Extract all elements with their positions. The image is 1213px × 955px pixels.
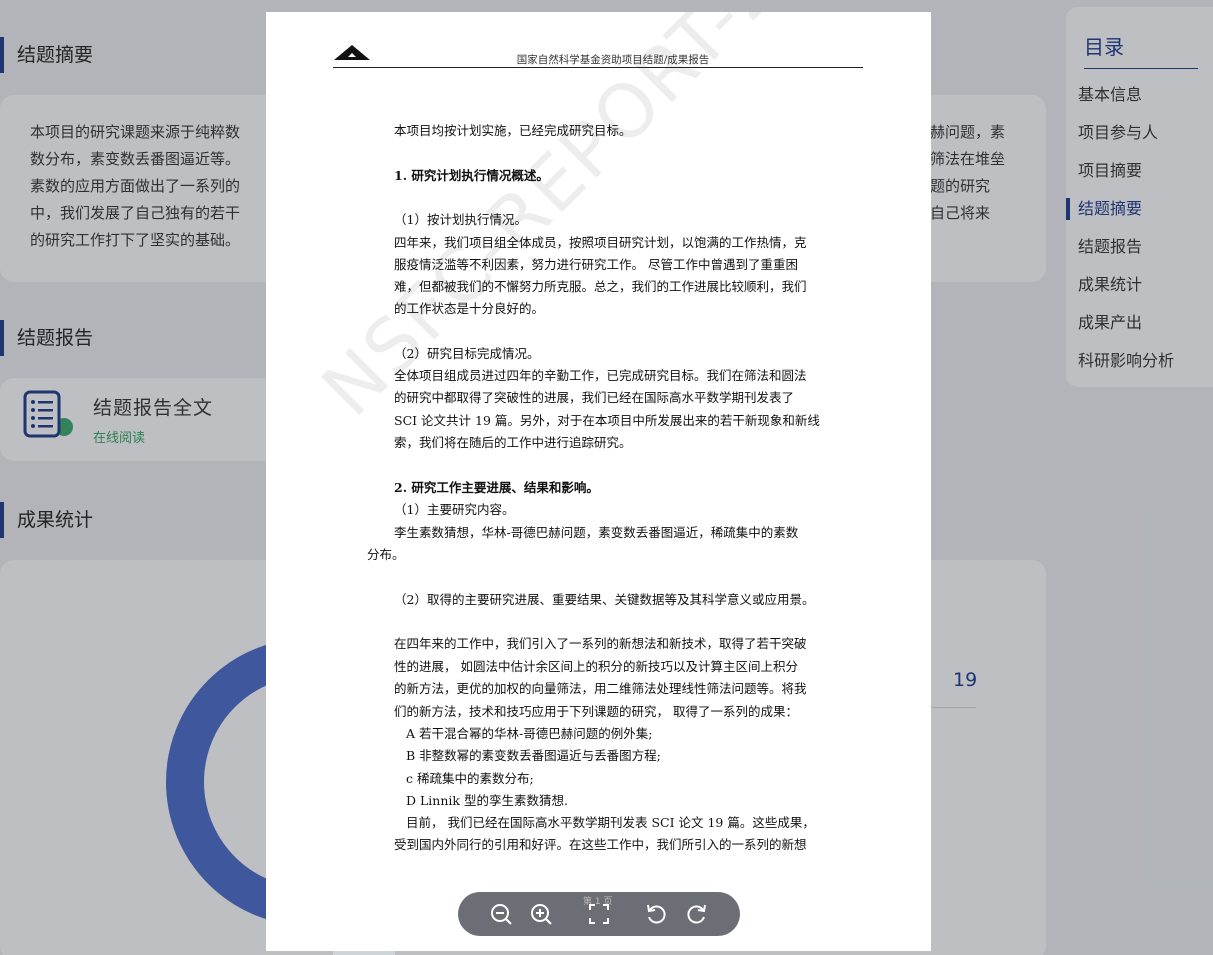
viewer-toolbar: 第 1 页 [458, 892, 740, 936]
doc-line: 李生素数猜想，华林-哥德巴赫问题，素变数丢番图逼近，稀疏集中的素数 [394, 525, 799, 540]
doc-line: 的研究中都取得了突破性的进展，我们已经在国际高水平数学期刊发表了 [394, 390, 795, 405]
doc-line: 们的新方法，技术和技巧应用于下列课题的研究， 取得了一系列的成果： [394, 704, 798, 719]
doc-line: 受到国内外同行的引用和好评。在这些工作中，我们所引入的一系列的新想 [394, 837, 807, 852]
doc-subheading: （1）按计划执行情况。 [394, 212, 527, 227]
doc-list-item: B 非整数幂的素变数丢番图逼近与丢番图方程; [406, 748, 661, 763]
doc-subheading: （2）取得的主要研究进展、重要结果、关键数据等及其科学意义或应用景。 [394, 592, 815, 607]
doc-subheading: （2）研究目标完成情况。 [394, 346, 540, 361]
doc-heading: 2. 研究工作主要进展、结果和影响。 [394, 480, 599, 495]
doc-line: 性的进展， 如圆法中估计余区间上的积分的新技巧以及计算主区间上积分 [394, 659, 798, 674]
doc-line: 全体项目组成员进过四年的辛勤工作，已完成研究目标。我们在筛法和圆法 [394, 368, 807, 383]
doc-line: 目前， 我们已经在国际高水平数学期刊发表 SCI 论文 19 篇。这些成果， [406, 815, 815, 830]
doc-list-item: A 若干混合幂的华林-哥德巴赫问题的例外集; [406, 726, 653, 741]
doc-line: 本项目均按计划实施，已经完成研究目标。 [394, 123, 632, 138]
document-viewer-page: 国家自然科学基金资助项目结题/成果报告 NSFC-REPORT-2022 本项目… [266, 12, 931, 951]
zoom-in-icon[interactable] [528, 901, 554, 927]
doc-list-item: D Linnik 型的孪生素数猜想. [406, 793, 568, 808]
document-header: 国家自然科学基金资助项目结题/成果报告 [516, 54, 710, 66]
rotate-right-icon[interactable] [684, 901, 710, 927]
doc-line: 分布。 [367, 547, 405, 562]
doc-line: 在四年来的工作中，我们引入了一系列的新想法和新技术，取得了若干突破 [394, 636, 807, 651]
rotate-left-icon[interactable] [643, 901, 669, 927]
doc-line: 四年来，我们项目组全体成员，按照项目研究计划，以饱满的工作热情，克 [394, 235, 807, 250]
doc-line: 索，我们将在随后的工作中进行追踪研究。 [394, 435, 632, 450]
doc-line: 难，但都被我们的不懈努力所克服。总之，我们的工作进展比较顺利，我们 [394, 279, 807, 294]
doc-line: 的新方法，更优的加权的向量筛法，用二维筛法处理线性筛法问题等。将我 [394, 681, 807, 696]
document-header-rule [333, 67, 863, 68]
doc-line: 的工作状态是十分良好的。 [394, 301, 545, 316]
doc-subheading: （1）主要研究内容。 [394, 502, 515, 517]
doc-line: SCI 论文共计 19 篇。另外，对于在本项目中所发展出来的若干新现象和新线 [394, 413, 820, 428]
doc-line: 服疫情泛滥等不利因素，努力进行研究工作。 尽管工作中曾遇到了重重困 [394, 257, 798, 272]
doc-heading: 1. 研究计划执行情况概述。 [394, 168, 549, 183]
fullscreen-icon[interactable] [586, 901, 612, 927]
doc-list-item: c 稀疏集中的素数分布; [406, 771, 534, 786]
zoom-out-icon[interactable] [488, 901, 514, 927]
